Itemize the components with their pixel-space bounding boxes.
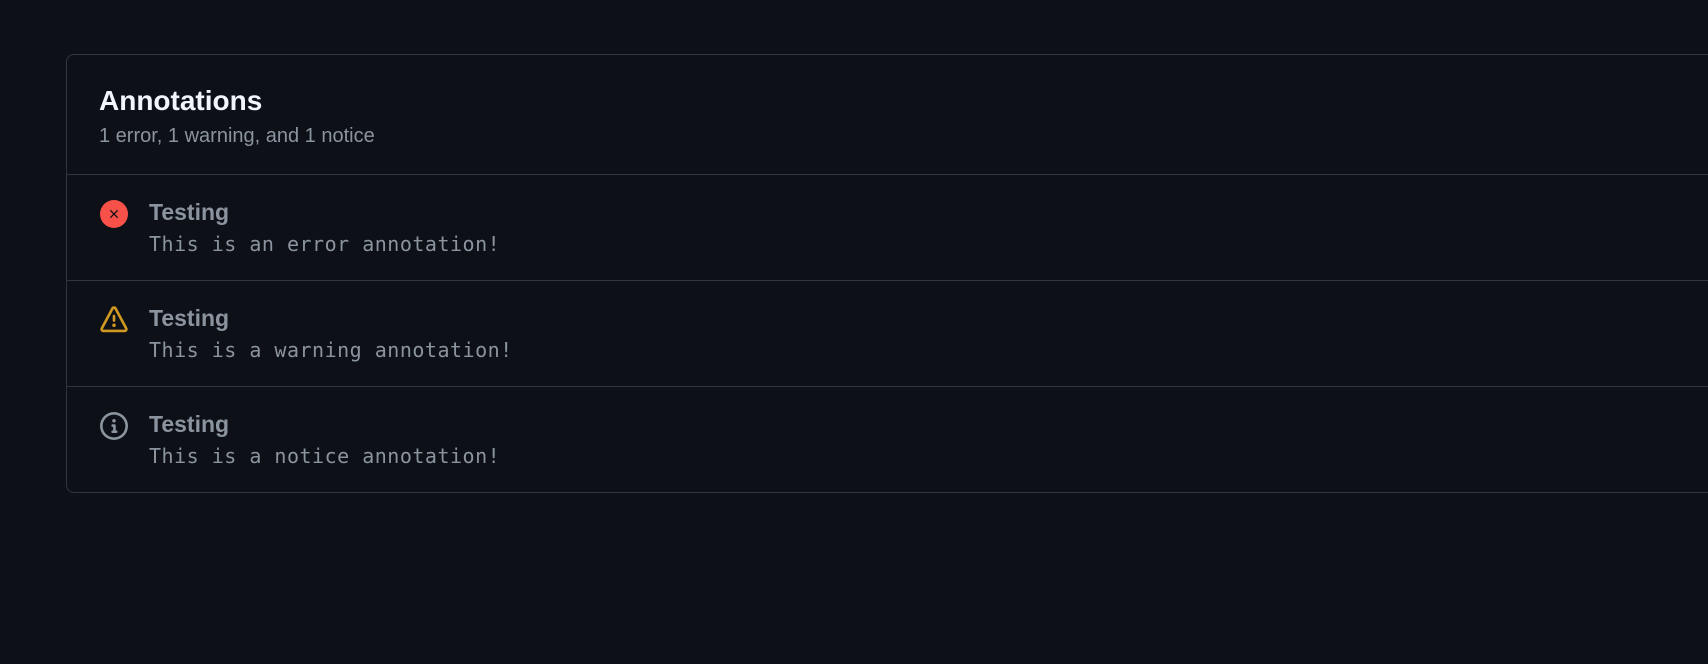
info-icon — [99, 411, 129, 441]
warning-icon — [99, 305, 129, 335]
annotations-title: Annotations — [99, 85, 1676, 117]
annotations-header: Annotations 1 error, 1 warning, and 1 no… — [67, 55, 1708, 174]
annotation-message: This is an error annotation! — [149, 232, 1676, 256]
annotations-summary: 1 error, 1 warning, and 1 notice — [99, 125, 1676, 148]
annotation-title: Testing — [149, 199, 1676, 226]
annotation-content: Testing This is a warning annotation! — [149, 305, 1676, 362]
annotation-row-notice[interactable]: Testing This is a notice annotation! — [67, 386, 1708, 492]
annotation-title: Testing — [149, 411, 1676, 438]
annotation-content: Testing This is a notice annotation! — [149, 411, 1676, 468]
annotation-content: Testing This is an error annotation! — [149, 199, 1676, 256]
annotation-message: This is a notice annotation! — [149, 444, 1676, 468]
annotations-panel: Annotations 1 error, 1 warning, and 1 no… — [66, 54, 1708, 493]
annotation-title: Testing — [149, 305, 1676, 332]
annotation-row-error[interactable]: Testing This is an error annotation! — [67, 174, 1708, 280]
annotation-row-warning[interactable]: Testing This is a warning annotation! — [67, 280, 1708, 386]
error-icon — [99, 199, 129, 229]
annotation-message: This is a warning annotation! — [149, 338, 1676, 362]
